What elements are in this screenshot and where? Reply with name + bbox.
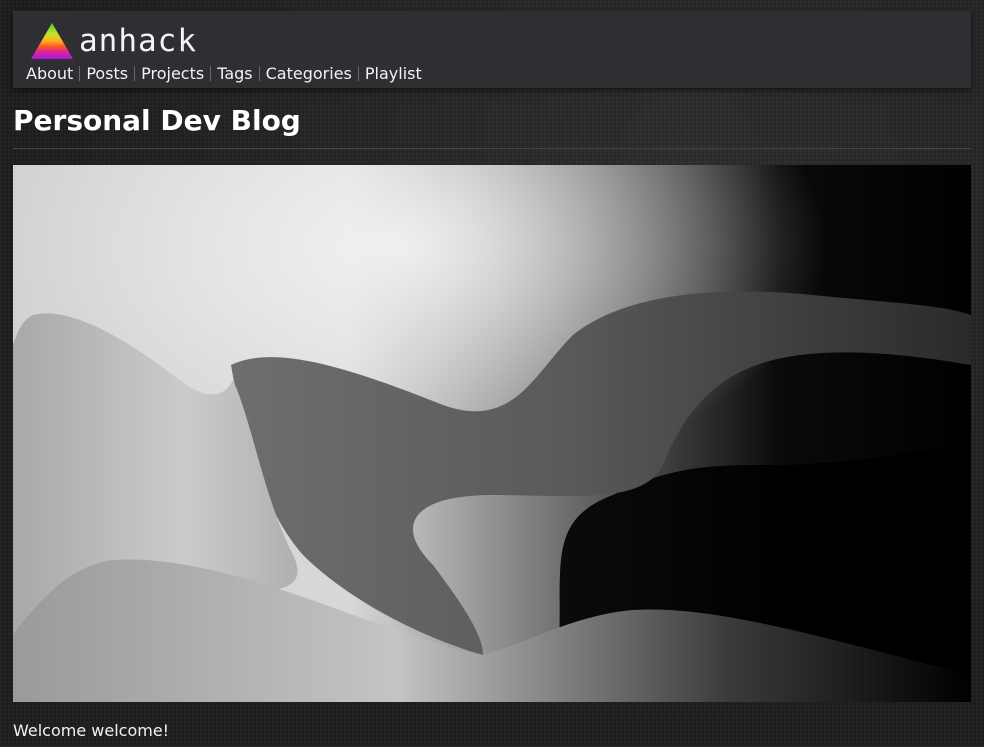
nav-separator	[79, 66, 81, 81]
nav-separator	[210, 66, 212, 81]
nav-separator	[258, 66, 260, 81]
site-logo[interactable]: anhack	[29, 21, 197, 61]
title-divider	[13, 148, 971, 149]
nav-separator	[134, 66, 136, 81]
nav-posts[interactable]: Posts	[86, 64, 128, 83]
nav-tags[interactable]: Tags	[217, 64, 252, 83]
rainbow-triangle-icon	[31, 23, 73, 59]
hero-image	[13, 165, 971, 702]
page-title: Personal Dev Blog	[13, 104, 301, 137]
main-nav: About Posts Projects Tags Categories Pla…	[26, 64, 422, 83]
nav-categories[interactable]: Categories	[266, 64, 352, 83]
nav-playlist[interactable]: Playlist	[365, 64, 422, 83]
nav-projects[interactable]: Projects	[141, 64, 204, 83]
nav-separator	[357, 66, 359, 81]
nav-about[interactable]: About	[26, 64, 73, 83]
site-header: anhack About Posts Projects Tags Categor…	[13, 11, 971, 88]
logo-text: anhack	[79, 23, 197, 59]
welcome-text: Welcome welcome!	[13, 721, 170, 740]
